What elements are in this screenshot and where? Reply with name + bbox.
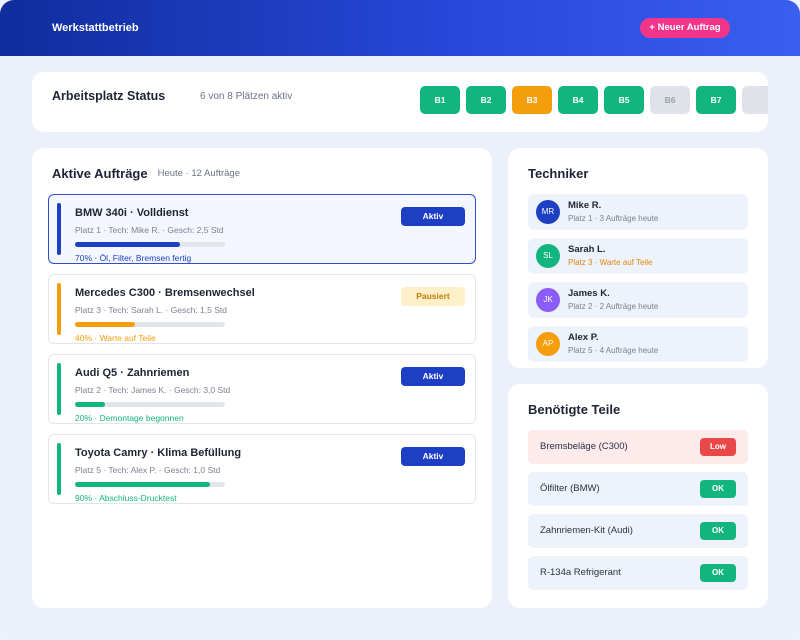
bay-button-b2[interactable]: B2 bbox=[466, 86, 506, 114]
technician-item[interactable]: MR Mike R. Platz 1 · 3 Aufträge heute bbox=[528, 194, 748, 230]
order-progress-bar bbox=[75, 322, 225, 327]
technician-info: Platz 3 · Warte auf Teile bbox=[568, 258, 653, 267]
technician-item[interactable]: SL Sarah L. Platz 3 · Warte auf Teile bbox=[528, 238, 748, 274]
order-meta: Platz 5 · Tech: Alex P. · Gesch: 1,0 Std bbox=[75, 465, 221, 475]
order-item[interactable]: Toyota Camry · Klima Befüllung Platz 5 · … bbox=[48, 434, 476, 504]
status-summary: 6 von 8 Plätzen aktiv bbox=[200, 91, 293, 102]
status-title: Arbeitsplatz Status bbox=[52, 89, 166, 103]
bay-button-b5[interactable]: B5 bbox=[604, 86, 644, 114]
order-progress-bar bbox=[75, 402, 225, 407]
app-window: Werkstattbetrieb + Neuer Auftrag Arbeits… bbox=[0, 0, 800, 640]
bay-button-b7[interactable]: B7 bbox=[696, 86, 736, 114]
part-name: Bremsbeläge (C300) bbox=[540, 441, 628, 452]
technician-name: Mike R. bbox=[568, 200, 602, 211]
avatar: MR bbox=[536, 200, 560, 224]
order-progress-bar bbox=[75, 242, 225, 247]
technician-info: Platz 5 · 4 Aufträge heute bbox=[568, 346, 659, 355]
order-progress-fill bbox=[75, 482, 210, 487]
bay-button-b4[interactable]: B4 bbox=[558, 86, 598, 114]
orders-title: Aktive Aufträge bbox=[52, 166, 148, 181]
part-item[interactable]: Bremsbeläge (C300) Low bbox=[528, 430, 748, 464]
bay-button-b3[interactable]: B3 bbox=[512, 86, 552, 114]
order-title: BMW 340i · Volldienst bbox=[75, 207, 189, 219]
avatar: SL bbox=[536, 244, 560, 268]
bay-list: B1 B2 B3 B4 B5 B6 B7 bbox=[420, 86, 768, 114]
order-progress-fill bbox=[75, 242, 180, 247]
parts-title: Benötigte Teile bbox=[528, 402, 621, 417]
order-progress-note: 20% · Demontage begonnen bbox=[75, 413, 184, 423]
order-meta: Platz 1 · Tech: Mike R. · Gesch: 2,5 Std bbox=[75, 225, 224, 235]
part-stock-badge: Low bbox=[700, 438, 736, 456]
order-status-badge: Aktiv bbox=[401, 207, 465, 226]
order-progress-note: 40% · Warte auf Teile bbox=[75, 333, 156, 343]
technician-name: Alex P. bbox=[568, 332, 599, 343]
part-item[interactable]: Ölfilter (BMW) OK bbox=[528, 472, 748, 506]
active-orders-card: Aktive Aufträge Heute · 12 Aufträge BMW … bbox=[32, 148, 492, 608]
order-progress-fill bbox=[75, 402, 105, 407]
technicians-title: Techniker bbox=[528, 166, 589, 181]
order-item[interactable]: BMW 340i · Volldienst Platz 1 · Tech: Mik… bbox=[48, 194, 476, 264]
part-item[interactable]: Zahnriemen-Kit (Audi) OK bbox=[528, 514, 748, 548]
order-status-badge: Pausiert bbox=[401, 287, 465, 306]
bay-button-8[interactable] bbox=[742, 86, 768, 114]
technician-info: Platz 1 · 3 Aufträge heute bbox=[568, 214, 659, 223]
order-progress-note: 90% · Abschluss-Drucktest bbox=[75, 493, 177, 503]
order-item[interactable]: Audi Q5 · Zahnriemen Platz 2 · Tech: Jame… bbox=[48, 354, 476, 424]
part-stock-badge: OK bbox=[700, 522, 736, 540]
order-title: Audi Q5 · Zahnriemen bbox=[75, 367, 190, 379]
order-status-bar bbox=[57, 203, 61, 255]
part-stock-badge: OK bbox=[700, 480, 736, 498]
order-status-badge: Aktiv bbox=[401, 447, 465, 466]
part-item[interactable]: R-134a Refrigerant OK bbox=[528, 556, 748, 590]
brand-title: Werkstattbetrieb bbox=[52, 22, 139, 34]
parts-card: Benötigte Teile Bremsbeläge (C300) Low Ölf… bbox=[508, 384, 768, 608]
bay-button-b1[interactable]: B1 bbox=[420, 86, 460, 114]
technician-name: James K. bbox=[568, 288, 610, 299]
technicians-card: Techniker MR Mike R. Platz 1 · 3 Aufträge … bbox=[508, 148, 768, 368]
order-title: Mercedes C300 · Bremsenwechsel bbox=[75, 287, 255, 299]
technician-info: Platz 2 · 2 Aufträge heute bbox=[568, 302, 659, 311]
part-name: R-134a Refrigerant bbox=[540, 567, 621, 578]
technician-item[interactable]: JK James K. Platz 2 · 2 Aufträge heute bbox=[528, 282, 748, 318]
orders-subtitle: Heute · 12 Aufträge bbox=[157, 168, 240, 179]
order-progress-bar bbox=[75, 482, 225, 487]
order-status-bar bbox=[57, 443, 61, 495]
order-status-bar bbox=[57, 283, 61, 335]
order-meta: Platz 3 · Tech: Sarah L. · Gesch: 1,5 St… bbox=[75, 305, 227, 315]
part-stock-badge: OK bbox=[700, 564, 736, 582]
part-name: Ölfilter (BMW) bbox=[540, 483, 600, 494]
order-progress-fill bbox=[75, 322, 135, 327]
part-name: Zahnriemen-Kit (Audi) bbox=[540, 525, 633, 536]
order-title: Toyota Camry · Klima Befüllung bbox=[75, 447, 242, 459]
order-status-bar bbox=[57, 363, 61, 415]
technician-item[interactable]: AP Alex P. Platz 5 · 4 Aufträge heute bbox=[528, 326, 748, 362]
new-order-button[interactable]: + Neuer Auftrag bbox=[640, 18, 730, 38]
order-status-badge: Aktiv bbox=[401, 367, 465, 386]
order-progress-note: 70% · Öl, Filter, Bremsen fertig bbox=[75, 253, 192, 263]
bay-button-b6[interactable]: B6 bbox=[650, 86, 690, 114]
technician-name: Sarah L. bbox=[568, 244, 606, 255]
avatar: AP bbox=[536, 332, 560, 356]
top-header: Werkstattbetrieb + Neuer Auftrag bbox=[0, 0, 800, 56]
workstation-status-card: Arbeitsplatz Status 6 von 8 Plätzen akti… bbox=[32, 72, 768, 132]
order-item[interactable]: Mercedes C300 · Bremsenwechsel Platz 3 · … bbox=[48, 274, 476, 344]
avatar: JK bbox=[536, 288, 560, 312]
order-meta: Platz 2 · Tech: James K. · Gesch: 3,0 St… bbox=[75, 385, 231, 395]
